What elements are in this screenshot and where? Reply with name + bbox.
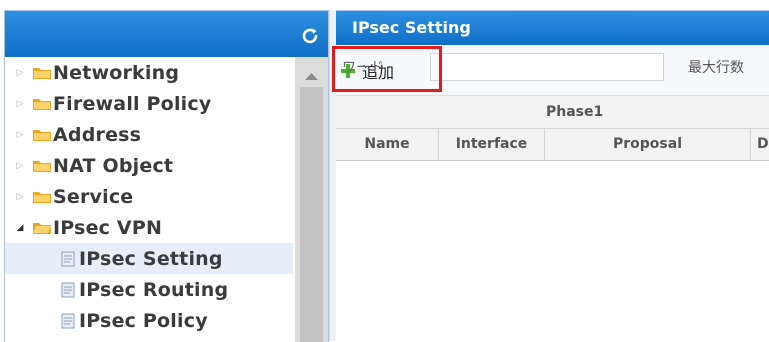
search-input[interactable]: [430, 53, 664, 81]
folder-icon: [33, 161, 51, 172]
navigation-header: [5, 11, 328, 57]
tree-item-label: NAT Object: [53, 154, 174, 177]
document-icon: [61, 251, 75, 266]
table-header: Phase1 Name Interface Proposal D: [336, 96, 769, 161]
tree-item-networking[interactable]: ▷ Networking: [5, 57, 293, 88]
expand-icon[interactable]: ▷: [11, 161, 29, 171]
tree-item-service[interactable]: ▷ Service: [5, 181, 293, 212]
tree-item-ipsec-vpn[interactable]: ◢ IPsec VPN: [5, 212, 293, 243]
group-header-row: Phase1: [336, 96, 769, 129]
app-frame: ▷ Networking ▷ Firewall Policy ▷ Address…: [0, 0, 769, 342]
scroll-up-icon[interactable]: [295, 67, 328, 85]
tree-item-ipsec-setting[interactable]: IPsec Setting: [5, 243, 293, 274]
tree-item-label: Firewall Policy: [53, 92, 212, 115]
expand-icon[interactable]: ▷: [11, 192, 29, 202]
tree-item-address[interactable]: ▷ Address: [5, 119, 293, 150]
folder-icon: [33, 68, 51, 79]
refresh-icon[interactable]: [300, 26, 320, 46]
table-body: [336, 161, 769, 342]
page-title: IPsec Setting: [352, 18, 471, 37]
expand-icon[interactable]: ▷: [11, 130, 29, 140]
tree-item-firewall-policy[interactable]: ▷ Firewall Policy: [5, 88, 293, 119]
tree-item-label: IPsec Policy: [79, 309, 208, 332]
content-header: IPsec Setting: [336, 11, 769, 45]
column-header-name[interactable]: Name: [336, 129, 439, 160]
folder-icon: [33, 130, 51, 141]
tree-item-label: IPsec VPN: [53, 216, 163, 239]
max-rows-label: 最大行数: [688, 60, 744, 76]
tree-scrollbar[interactable]: [295, 57, 328, 342]
folder-icon: [33, 192, 51, 203]
navigation-tree: ▷ Networking ▷ Firewall Policy ▷ Address…: [5, 57, 293, 342]
folder-open-icon: [33, 223, 51, 234]
tree-item-label: IPsec Routing: [79, 278, 229, 301]
column-header-interface[interactable]: Interface: [439, 129, 545, 160]
scrollbar-thumb[interactable]: [300, 87, 323, 342]
column-header-d[interactable]: D: [751, 129, 769, 160]
group-header-phase1: Phase1: [546, 104, 604, 120]
tree-item-nat-object[interactable]: ▷ NAT Object: [5, 150, 293, 181]
expand-icon[interactable]: ▷: [11, 99, 29, 109]
tree-item-ipsec-routing[interactable]: IPsec Routing: [5, 274, 293, 305]
tree-item-label: Service: [53, 185, 134, 208]
folder-icon: [33, 99, 51, 110]
document-icon: [61, 313, 75, 328]
tree-item-label: Address: [53, 123, 142, 146]
navigation-panel: ▷ Networking ▷ Firewall Policy ▷ Address…: [4, 10, 329, 342]
document-icon: [61, 282, 75, 297]
tree-item-label: IPsec Setting: [79, 247, 223, 270]
collapse-icon[interactable]: ◢: [11, 223, 29, 233]
expand-icon[interactable]: ▷: [11, 68, 29, 78]
column-header-proposal[interactable]: Proposal: [545, 129, 751, 160]
tree-item-label: Networking: [53, 61, 180, 84]
highlight-annotation: [332, 46, 442, 92]
tree-item-ipsec-policy[interactable]: IPsec Policy: [5, 305, 293, 336]
